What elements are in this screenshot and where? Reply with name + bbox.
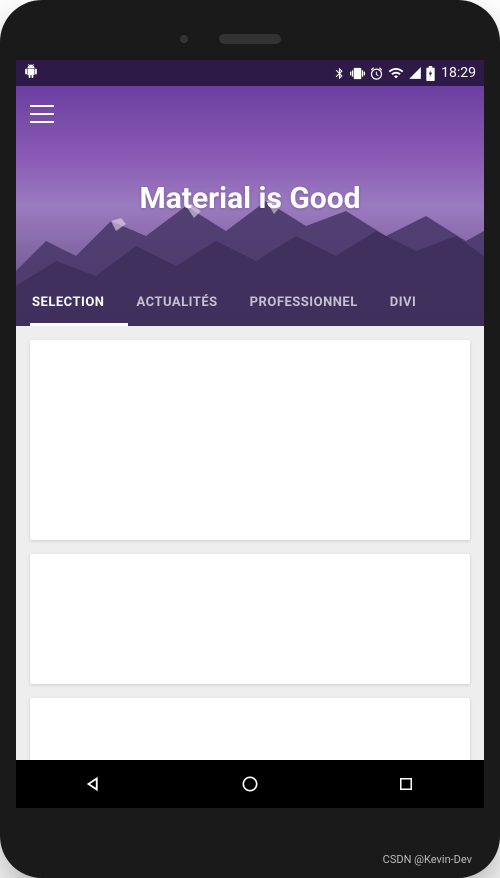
- tab-indicator: [30, 323, 128, 326]
- vibrate-icon: [350, 66, 365, 81]
- alarm-icon: [369, 66, 384, 81]
- menu-button[interactable]: [30, 105, 54, 123]
- toolbar: [16, 86, 484, 142]
- nav-back-button[interactable]: [64, 760, 124, 808]
- card-item[interactable]: [30, 554, 470, 684]
- page-title: Material is Good: [16, 181, 484, 216]
- watermark: CSDN @Kevin-Dev: [383, 853, 472, 866]
- phone-speaker: [219, 34, 281, 44]
- tab-actualites[interactable]: ACTUALITÉS: [120, 278, 233, 326]
- tab-bar: SELECTION ACTUALITÉS PROFESSIONNEL DIVI: [16, 278, 484, 326]
- card-item[interactable]: [30, 698, 470, 760]
- status-right: 18:29: [333, 65, 476, 81]
- battery-charging-icon: [426, 66, 435, 81]
- content-area[interactable]: [16, 326, 484, 760]
- android-debug-icon: [24, 64, 38, 82]
- card-item[interactable]: [30, 340, 470, 540]
- tab-professionnel[interactable]: PROFESSIONNEL: [234, 278, 374, 326]
- signal-icon: [408, 66, 422, 80]
- nav-home-button[interactable]: [220, 760, 280, 808]
- tab-divers[interactable]: DIVI: [374, 278, 433, 326]
- bluetooth-icon: [333, 67, 346, 80]
- screen: 18:29 Material is Good SELECTION ACTUALI…: [16, 60, 484, 808]
- phone-frame: 18:29 Material is Good SELECTION ACTUALI…: [0, 0, 500, 878]
- wifi-icon: [388, 65, 404, 81]
- status-bar: 18:29: [16, 60, 484, 86]
- status-left: [24, 64, 38, 82]
- status-time: 18:29: [441, 65, 476, 81]
- phone-camera: [180, 35, 188, 43]
- header-area: Material is Good SELECTION ACTUALITÉS PR…: [16, 86, 484, 326]
- nav-recent-button[interactable]: [376, 760, 436, 808]
- navigation-bar: [16, 760, 484, 808]
- tab-selection[interactable]: SELECTION: [16, 278, 120, 326]
